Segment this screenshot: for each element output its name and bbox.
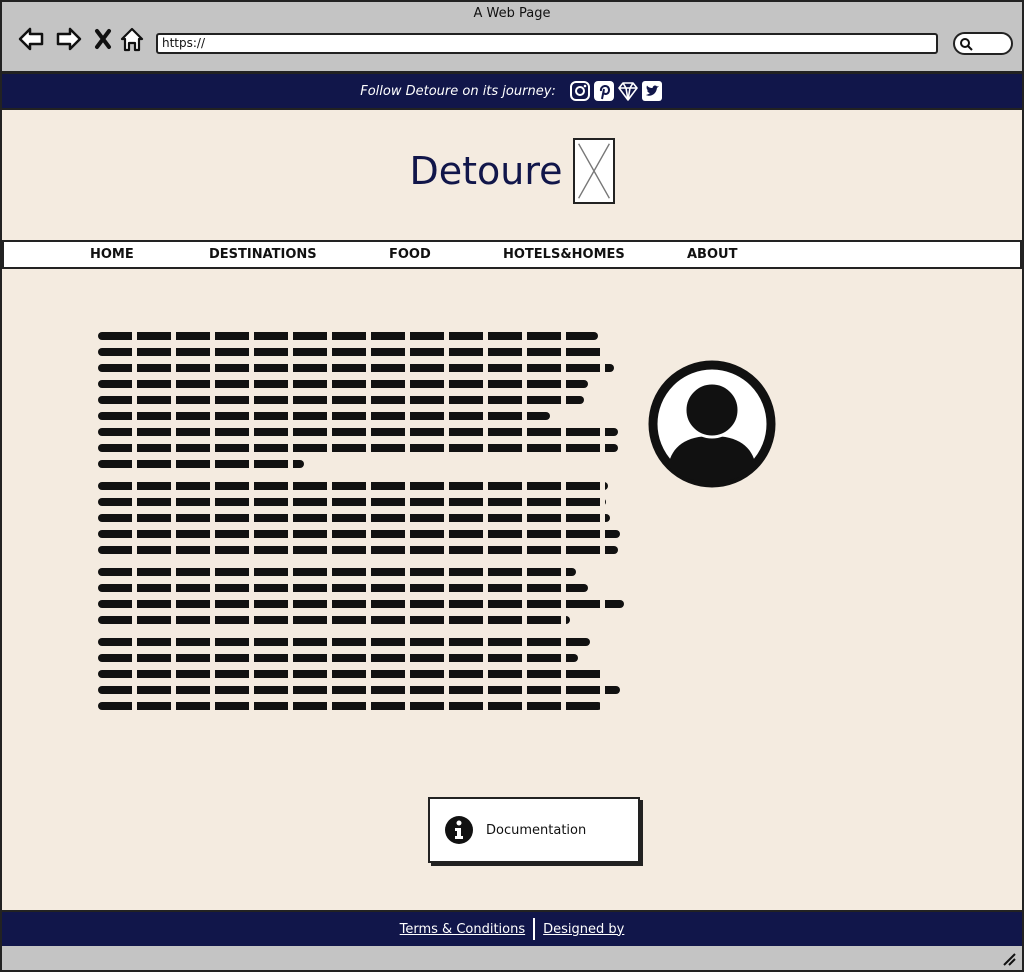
search-icon bbox=[960, 38, 973, 51]
placeholder-text-block bbox=[98, 332, 626, 724]
back-arrow-icon bbox=[18, 27, 44, 51]
footer-divider bbox=[533, 918, 536, 940]
window-title: A Web Page bbox=[473, 6, 551, 21]
home-button[interactable] bbox=[117, 24, 147, 54]
logo-placeholder-image bbox=[572, 138, 615, 204]
placeholder-paragraph bbox=[98, 568, 626, 624]
browser-chrome: A Web Page https:// bbox=[0, 0, 1024, 74]
stop-button[interactable] bbox=[88, 24, 118, 54]
main-nav: HOME DESTINATIONS FOOD HOTELS&HOMES ABOU… bbox=[2, 240, 1022, 269]
twitter-icon[interactable] bbox=[641, 80, 663, 102]
instagram-icon[interactable] bbox=[569, 80, 591, 102]
nav-destinations[interactable]: DESTINATIONS bbox=[209, 247, 317, 262]
forward-button[interactable] bbox=[54, 24, 84, 54]
terms-link[interactable]: Terms & Conditions bbox=[400, 922, 526, 937]
documentation-label: Documentation bbox=[486, 822, 587, 838]
brand-title: Detoure bbox=[409, 149, 563, 193]
pinterest-icon[interactable] bbox=[593, 80, 615, 102]
web-page: Follow Detoure on its journey: Detoure H… bbox=[0, 74, 1024, 946]
browser-search-button[interactable] bbox=[953, 32, 1013, 55]
placeholder-paragraph bbox=[98, 332, 626, 468]
user-avatar-icon bbox=[648, 360, 776, 488]
designed-by-link[interactable]: Designed by bbox=[543, 922, 624, 937]
follow-bar: Follow Detoure on its journey: bbox=[2, 74, 1022, 110]
placeholder-paragraph bbox=[98, 638, 626, 710]
info-icon bbox=[445, 816, 473, 844]
diamond-icon[interactable] bbox=[617, 80, 639, 102]
footer: Terms & Conditions Designed by bbox=[2, 910, 1022, 946]
resize-grip-icon[interactable] bbox=[1002, 952, 1016, 966]
documentation-button[interactable]: Documentation bbox=[428, 797, 640, 863]
placeholder-paragraph bbox=[98, 482, 626, 554]
follow-text: Follow Detoure on its journey: bbox=[360, 83, 556, 99]
nav-home[interactable]: HOME bbox=[90, 247, 134, 262]
browser-status-bar bbox=[0, 946, 1024, 972]
nav-food[interactable]: FOOD bbox=[389, 247, 431, 262]
back-button[interactable] bbox=[16, 24, 46, 54]
close-x-icon bbox=[95, 29, 111, 49]
url-bar[interactable]: https:// bbox=[156, 33, 938, 54]
nav-about[interactable]: ABOUT bbox=[687, 247, 737, 262]
brand-header: Detoure bbox=[2, 138, 1022, 204]
nav-hotels-homes[interactable]: HOTELS&HOMES bbox=[503, 247, 625, 262]
home-icon bbox=[120, 27, 144, 52]
forward-arrow-icon bbox=[56, 27, 82, 51]
